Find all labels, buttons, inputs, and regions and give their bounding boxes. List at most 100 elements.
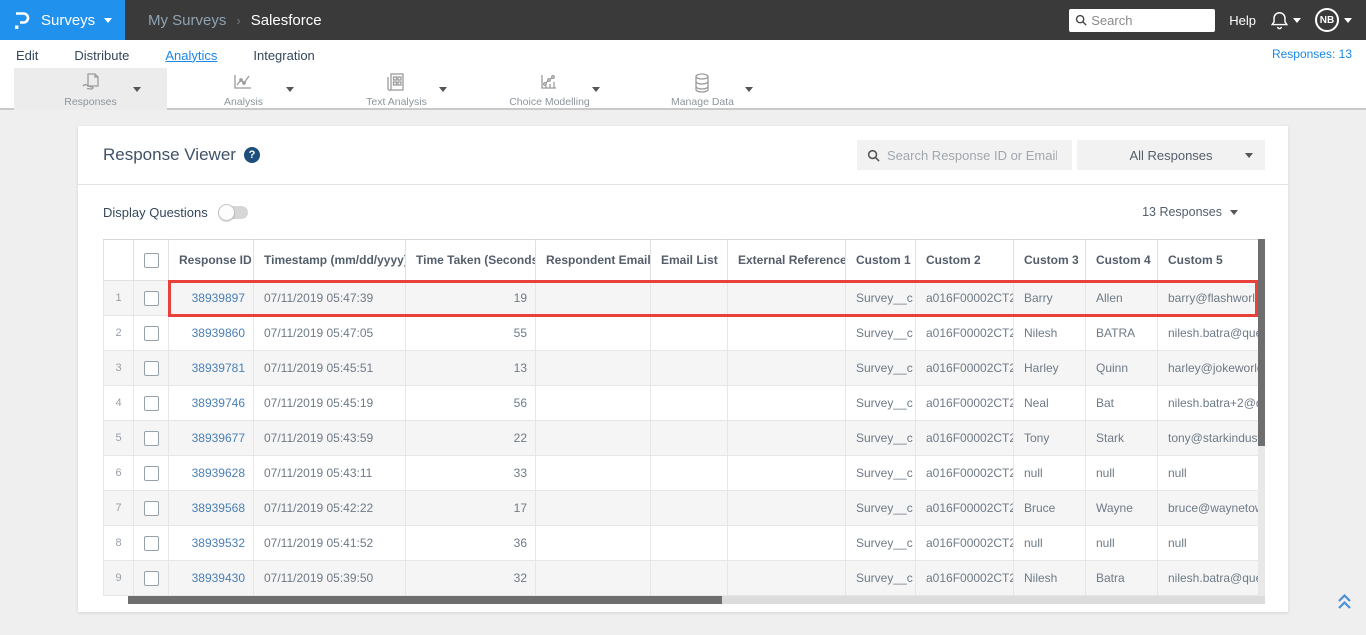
timestamp-cell: 07/11/2019 05:39:50: [253, 560, 406, 596]
custom2-cell: a016F00002CT2Lc: [915, 280, 1014, 316]
row-number-cell: 5: [103, 420, 134, 456]
vertical-scrollbar-thumb[interactable]: [1258, 239, 1265, 446]
row-checkbox-cell[interactable]: [133, 385, 169, 421]
row-checkbox-cell[interactable]: [133, 350, 169, 386]
custom5-cell: null: [1157, 525, 1259, 561]
response-filter-dropdown[interactable]: All Responses: [1077, 140, 1265, 170]
row-checkbox[interactable]: [143, 290, 159, 306]
col-header-external-reference[interactable]: External Reference: [727, 239, 846, 281]
row-checkbox[interactable]: [143, 325, 159, 341]
row-checkbox[interactable]: [143, 500, 159, 516]
respondent-email-cell: [535, 350, 651, 386]
response-id-link[interactable]: 38939430: [168, 560, 254, 596]
row-checkbox-cell[interactable]: [133, 315, 169, 351]
table-row: 1 38939897 07/11/2019 05:47:39 19 Survey__c a…: [103, 280, 1259, 316]
response-id-link[interactable]: 38939677: [168, 420, 254, 456]
response-search-box[interactable]: [857, 140, 1072, 170]
toggle-knob: [217, 203, 235, 221]
responses-count-link[interactable]: Responses: 13: [1272, 47, 1352, 61]
response-id-link[interactable]: 38939860: [168, 315, 254, 351]
respondent-email-cell: [535, 420, 651, 456]
col-header-response-id[interactable]: Response ID: [168, 239, 254, 281]
vertical-scrollbar[interactable]: [1258, 239, 1265, 603]
external-reference-cell: [727, 280, 846, 316]
display-questions-toggle[interactable]: [217, 203, 248, 221]
help-link[interactable]: Help: [1229, 13, 1256, 28]
row-checkbox[interactable]: [143, 535, 159, 551]
responses-count-dropdown[interactable]: 13 Responses: [1142, 205, 1238, 219]
row-checkbox[interactable]: [143, 395, 159, 411]
col-header-select-all[interactable]: [133, 239, 169, 281]
col-header-custom1[interactable]: Custom 1: [845, 239, 916, 281]
col-header-custom5[interactable]: Custom 5: [1157, 239, 1259, 281]
global-search-input[interactable]: [1091, 12, 1202, 28]
time-taken-cell: 13: [405, 350, 536, 386]
panel-header: Response Viewer ? All Responses: [78, 126, 1288, 185]
col-header-timestamp[interactable]: Timestamp (mm/dd/yyyy): [253, 239, 406, 281]
user-menu-button[interactable]: NB: [1315, 8, 1352, 32]
col-header-time-taken[interactable]: Time Taken (Seconds): [405, 239, 536, 281]
col-header-custom4[interactable]: Custom 4: [1085, 239, 1158, 281]
email-list-cell: [650, 560, 728, 596]
response-id-link[interactable]: 38939568: [168, 490, 254, 526]
custom2-cell: a016F00002CT2Lh: [915, 350, 1014, 386]
response-id-link[interactable]: 38939781: [168, 350, 254, 386]
row-checkbox-cell[interactable]: [133, 525, 169, 561]
chevron-down-icon[interactable]: [286, 87, 294, 92]
row-checkbox[interactable]: [143, 570, 159, 586]
row-checkbox-cell[interactable]: [133, 420, 169, 456]
nav-item-distribute[interactable]: Distribute: [74, 46, 129, 63]
row-checkbox-cell[interactable]: [133, 490, 169, 526]
table-row: 2 38939860 07/11/2019 05:47:05 55 Survey__c a…: [103, 315, 1259, 351]
tab-text-analysis[interactable]: Text Analysis: [320, 68, 473, 110]
custom4-cell: Batra: [1085, 560, 1158, 596]
row-checkbox[interactable]: [143, 360, 159, 376]
custom4-cell: Wayne: [1085, 490, 1158, 526]
breadcrumb-my-surveys[interactable]: My Surveys: [148, 12, 226, 29]
responses-icon: [81, 73, 99, 90]
breadcrumb-current-survey: Salesforce: [250, 11, 322, 29]
tab-analysis[interactable]: Analysis: [167, 68, 320, 110]
custom3-cell: null: [1013, 455, 1086, 491]
time-taken-cell: 19: [405, 280, 536, 316]
response-id-link[interactable]: 38939746: [168, 385, 254, 421]
response-id-link[interactable]: 38939532: [168, 525, 254, 561]
row-checkbox[interactable]: [143, 465, 159, 481]
help-icon[interactable]: ?: [243, 147, 260, 163]
col-header-custom3[interactable]: Custom 3: [1013, 239, 1086, 281]
email-list-cell: [650, 280, 728, 316]
custom1-cell: Survey__c: [845, 350, 916, 386]
col-header-email-list[interactable]: Email List: [650, 239, 728, 281]
response-id-link[interactable]: 38939628: [168, 455, 254, 491]
scroll-to-top-button[interactable]: [1336, 592, 1353, 616]
email-list-cell: [650, 420, 728, 456]
row-checkbox-cell[interactable]: [133, 280, 169, 316]
tab-responses[interactable]: Responses: [14, 68, 167, 110]
nav-item-integration[interactable]: Integration: [253, 46, 314, 63]
tab-choice-modelling[interactable]: Choice Modelling: [473, 68, 626, 110]
row-checkbox-cell[interactable]: [133, 455, 169, 491]
chevron-down-icon[interactable]: [439, 87, 447, 92]
col-header-custom2[interactable]: Custom 2: [915, 239, 1014, 281]
notifications-button[interactable]: [1270, 10, 1301, 30]
chevron-down-icon[interactable]: [745, 87, 753, 92]
response-search-input[interactable]: [887, 147, 1057, 163]
horizontal-scrollbar[interactable]: [128, 596, 1265, 604]
horizontal-scrollbar-thumb[interactable]: [128, 596, 722, 604]
col-header-respondent-email[interactable]: Respondent Email: [535, 239, 651, 281]
tab-manage-data[interactable]: Manage Data: [626, 68, 779, 110]
row-checkbox[interactable]: [143, 430, 159, 446]
row-checkbox-cell[interactable]: [133, 560, 169, 596]
table-row: 4 38939746 07/11/2019 05:45:19 56 Survey__c a…: [103, 385, 1259, 421]
nav-item-analytics[interactable]: Analytics: [165, 46, 217, 63]
custom1-cell: Survey__c: [845, 420, 916, 456]
nav-item-edit[interactable]: Edit: [16, 46, 38, 63]
custom1-cell: Survey__c: [845, 525, 916, 561]
response-viewer-panel: Response Viewer ? All Responses Display …: [78, 126, 1288, 612]
chevron-down-icon[interactable]: [133, 87, 141, 92]
surveys-menu-button[interactable]: Surveys: [0, 0, 125, 40]
select-all-checkbox[interactable]: [143, 252, 159, 268]
chevron-down-icon[interactable]: [592, 87, 600, 92]
response-id-link[interactable]: 38939897: [168, 280, 254, 316]
global-search-box[interactable]: [1069, 8, 1216, 32]
